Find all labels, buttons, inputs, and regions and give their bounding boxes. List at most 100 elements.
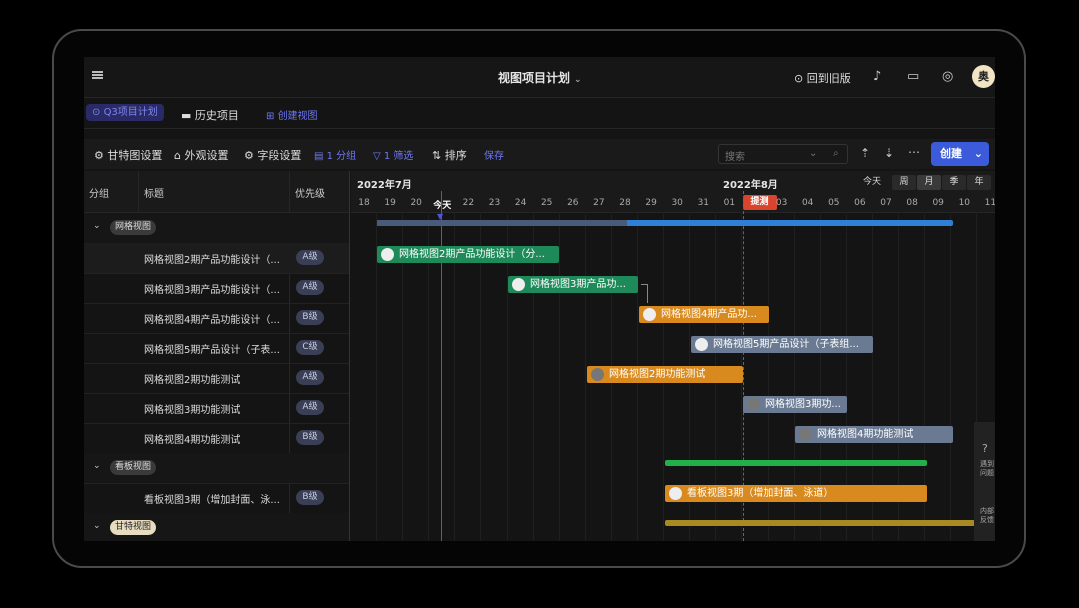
more-icon[interactable]: ⋯: [908, 145, 920, 159]
group-summary-bar[interactable]: [665, 520, 975, 526]
table-row[interactable]: 网格视图3期功能测试 A级: [84, 393, 349, 424]
table-row[interactable]: 网格视图5期产品设计（子表... C级: [84, 333, 349, 364]
grid-line: [584, 212, 586, 541]
column-header-title[interactable]: 标题: [144, 185, 164, 200]
zoom-quarter[interactable]: 季: [942, 175, 966, 190]
help-icon[interactable]: ?: [982, 442, 988, 455]
save-button[interactable]: 保存: [484, 147, 504, 162]
upload-icon[interactable]: ⇡: [860, 146, 870, 160]
day-label: 28: [619, 198, 631, 208]
today-button[interactable]: 今天: [857, 175, 887, 190]
group-row-gantt[interactable]: ⌄ 甘特视图: [84, 513, 349, 541]
help-label: 遇到问题: [980, 460, 994, 477]
avatar[interactable]: 奥: [972, 65, 995, 88]
table-row[interactable]: 网格视图4期功能测试 B级: [84, 423, 349, 454]
row-title: 网格视图2期产品功能设计（...: [144, 255, 280, 266]
row-title: 网格视图4期功能测试: [144, 435, 241, 446]
feedback-panel[interactable]: ? 遇到问题 内部反馈: [974, 422, 995, 541]
gantt-bar[interactable]: 网格视图5期产品设计（子表组...: [691, 336, 873, 353]
priority-badge: C级: [296, 340, 324, 355]
filter-button[interactable]: ▽ 1 筛选: [373, 147, 413, 162]
group-summary-bar[interactable]: [665, 460, 927, 466]
chevron-down-icon[interactable]: ⌄: [93, 221, 101, 231]
row-title: 网格视图2期功能测试: [144, 375, 241, 386]
zoom-week[interactable]: 周: [892, 175, 916, 190]
toolbar: ⚙ 甘特图设置 ⌂ 外观设置 ⚙ 字段设置 ▤ 1 分组 ▽ 1 筛选 ⇅ 排序…: [84, 139, 995, 169]
table-row[interactable]: 网格视图3期产品功能设计（... A级: [84, 273, 349, 304]
zoom-year[interactable]: 年: [967, 175, 991, 190]
sort-button[interactable]: ⇅ 排序: [432, 147, 467, 163]
day-label: 22: [462, 198, 475, 208]
group-tag: 看板视图: [110, 460, 157, 475]
search-icon[interactable]: ⌕: [833, 148, 839, 159]
table-row[interactable]: 网格视图2期功能测试 A级: [84, 363, 349, 394]
avatar: [799, 428, 812, 441]
avatar: [669, 487, 682, 500]
search-input[interactable]: 搜索 ⌄ ⌕: [718, 144, 848, 164]
avatar: [512, 278, 525, 291]
folder-icon: ▬: [181, 109, 195, 122]
tab-q3-plan[interactable]: ⊙ Q3项目计划: [86, 104, 164, 121]
day-label: 25: [540, 198, 553, 208]
summary-progress: [377, 220, 627, 226]
grid-line: [950, 212, 952, 541]
row-title: 网格视图3期产品功能设计（...: [144, 285, 280, 296]
column-header-priority[interactable]: 优先级: [295, 185, 325, 200]
gantt-bar[interactable]: 看板视图3期（增加封面、泳道）: [665, 485, 927, 502]
group-row-kanban[interactable]: ⌄ 看板视图: [84, 453, 349, 484]
inbox-icon[interactable]: ▭: [907, 69, 919, 84]
group-tag: 网格视图: [110, 220, 157, 235]
page-title[interactable]: 视图项目计划 ⌄: [498, 69, 582, 86]
gantt-bar[interactable]: 网格视图4期产品功...: [639, 306, 769, 323]
day-label: 24: [514, 198, 527, 208]
table-row[interactable]: 网格视图2期产品功能设计（... A级: [84, 243, 349, 274]
grid-header: 分组 标题 优先级: [84, 171, 349, 213]
chevron-down-icon[interactable]: ⌄: [93, 461, 101, 471]
table-row[interactable]: 网格视图4期产品功能设计（... B级: [84, 303, 349, 334]
gantt-bar[interactable]: 网格视图2期功能测试: [587, 366, 743, 383]
back-to-old-version-button[interactable]: ⊙ 回到旧版: [794, 70, 851, 86]
group-button[interactable]: ▤ 1 分组: [314, 147, 356, 162]
group-icon: ▤: [314, 151, 327, 162]
gantt-bar[interactable]: 网格视图3期功...: [743, 396, 847, 413]
table-row[interactable]: 看板视图3期（增加封面、泳... B级: [84, 483, 349, 514]
top-bar: 视图项目计划 ⌄ ⊙ 回到旧版 ♪ ▭ ◎ 奥: [84, 57, 995, 98]
gear-icon: ⚙: [244, 149, 258, 162]
compass-icon[interactable]: ◎: [942, 69, 953, 84]
column-header-group[interactable]: 分组: [89, 185, 109, 200]
bell-icon[interactable]: ♪: [873, 69, 881, 84]
menu-icon[interactable]: [92, 71, 103, 79]
group-row-grid[interactable]: ⌄ 网格视图: [84, 213, 349, 244]
gantt-bar[interactable]: 网格视图2期产品功能设计（分...: [377, 246, 559, 263]
chevron-down-icon[interactable]: ⌄: [93, 521, 101, 531]
column-divider: [138, 171, 139, 212]
create-view-button[interactable]: ⊞ 创建视图: [266, 107, 318, 122]
chevron-down-icon[interactable]: ⌄: [974, 142, 983, 166]
day-label: 03: [775, 198, 788, 208]
group-summary-bar[interactable]: [377, 220, 953, 226]
gantt-timeline: 2022年7月 2022年8月 今天 周 月 季 年 18 19 20 今天 22 23 2…: [351, 171, 995, 541]
day-label: 27: [593, 198, 605, 208]
gantt-bar[interactable]: 网格视图4期功能测试: [795, 426, 953, 443]
day-label: 09: [932, 198, 944, 208]
pane-divider[interactable]: [349, 171, 350, 541]
create-button[interactable]: 创建 ⌄: [931, 142, 989, 166]
day-label: 29: [645, 198, 657, 208]
zoom-month[interactable]: 月: [917, 175, 941, 190]
priority-badge: A级: [296, 370, 324, 385]
shirt-icon: ⌂: [174, 149, 185, 162]
app-screen: 视图项目计划 ⌄ ⊙ 回到旧版 ♪ ▭ ◎ 奥 ⊙ Q3项目计划 ▬ 历史项目 ⊞…: [84, 57, 995, 541]
day-label: 19: [384, 198, 396, 208]
plus-icon: ⊞: [266, 111, 278, 122]
day-label: 23: [488, 198, 501, 208]
month-label: 2022年7月: [357, 180, 412, 191]
download-icon[interactable]: ⇣: [884, 146, 894, 160]
today-line: [441, 191, 442, 541]
day-label: 10: [958, 198, 971, 208]
field-settings-button[interactable]: ⚙ 字段设置: [244, 147, 301, 163]
timeline-header: 2022年7月 2022年8月 今天 周 月 季 年 18 19 20 今天 22 23 2…: [351, 171, 995, 213]
gantt-settings-button[interactable]: ⚙ 甘特图设置: [94, 147, 162, 163]
gantt-bar[interactable]: 网格视图3期产品功...: [508, 276, 638, 293]
tab-history[interactable]: ▬ 历史项目: [181, 107, 239, 123]
appearance-settings-button[interactable]: ⌂ 外观设置: [174, 147, 228, 163]
